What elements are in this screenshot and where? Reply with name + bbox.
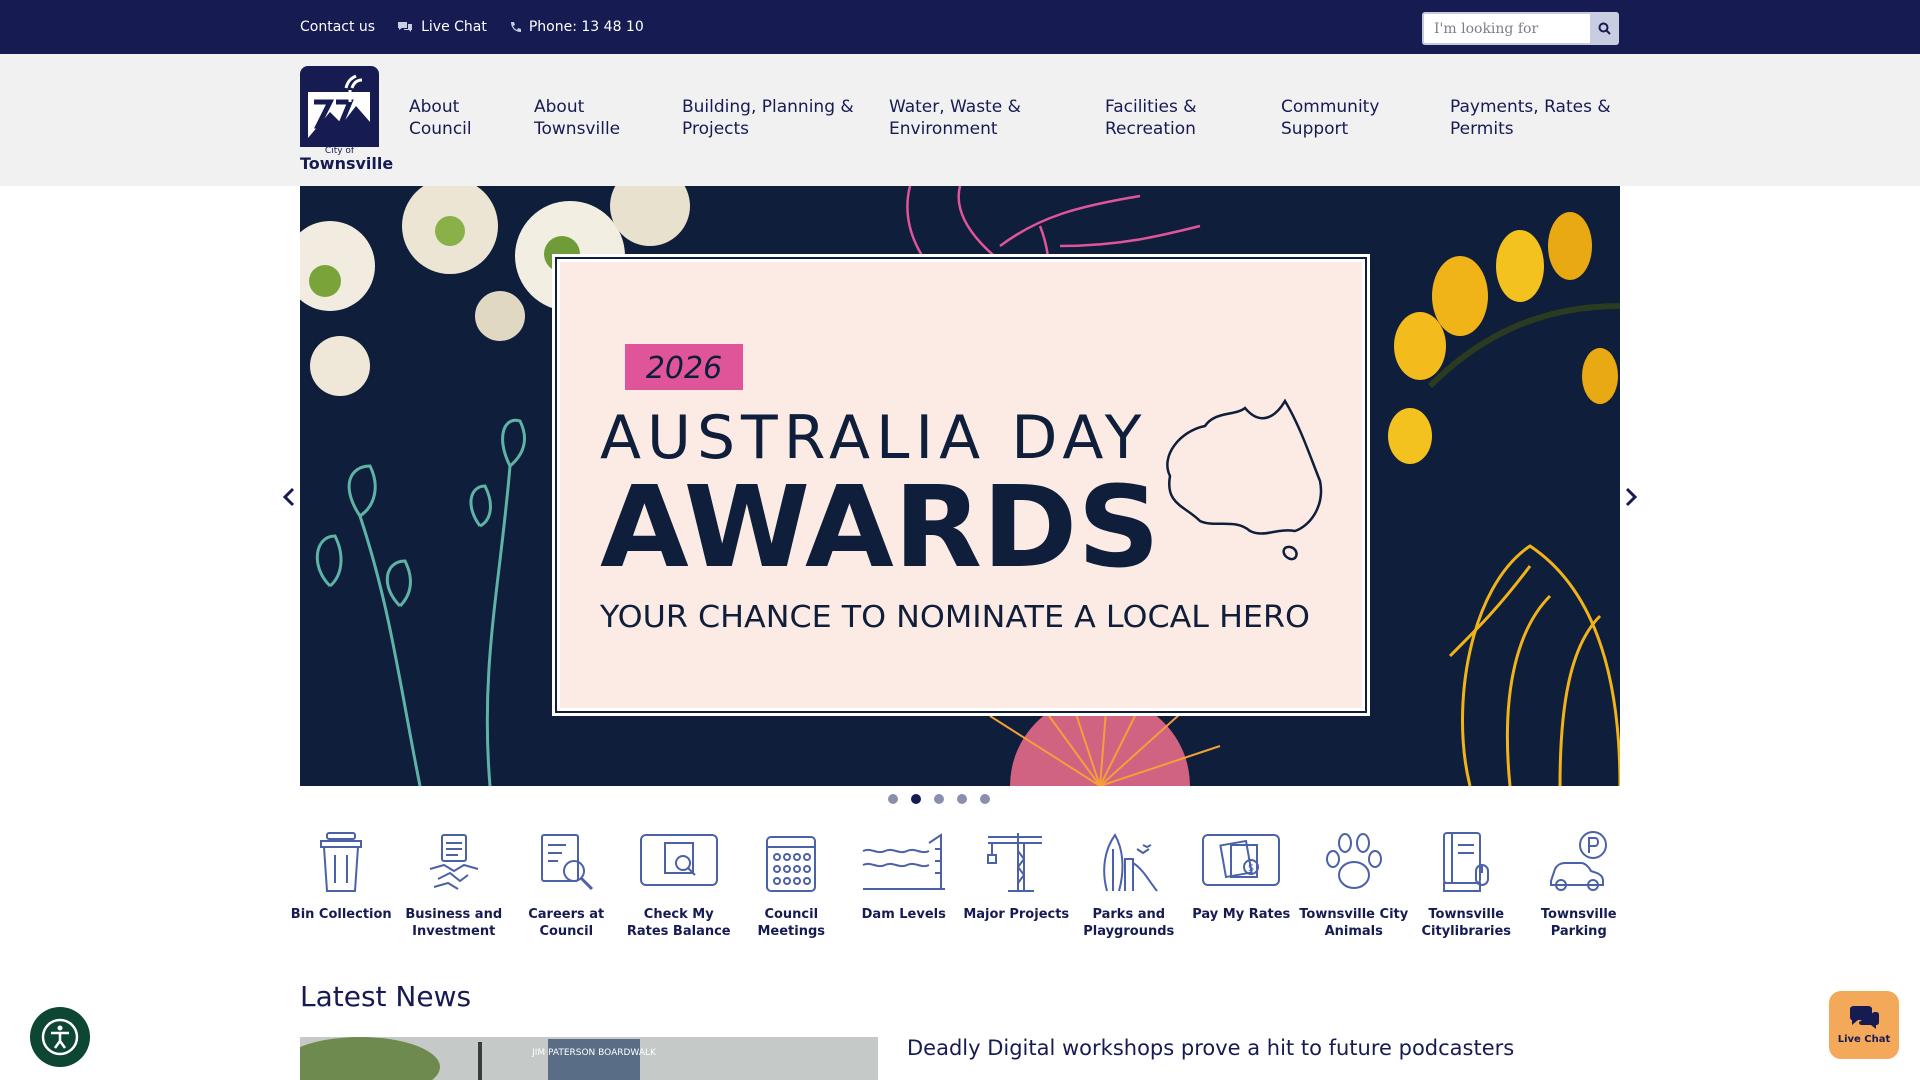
nav-facilities-recreation[interactable]: Facilities & Recreation bbox=[1105, 96, 1197, 140]
quick-link-label: Council Meetings bbox=[757, 907, 826, 939]
quick-link-parking[interactable]: Townsville Parking bbox=[1523, 826, 1636, 940]
protea-outline-decoration bbox=[1448, 544, 1620, 786]
quick-link-label: Parks and Playgrounds bbox=[1083, 907, 1175, 939]
quick-link-citylibraries[interactable]: Townsville Citylibraries bbox=[1410, 826, 1523, 940]
quick-link-label: Townsville Citylibraries bbox=[1421, 907, 1511, 939]
quick-link-label: Check My Rates Balance bbox=[626, 907, 731, 939]
quick-link-label: Major Projects bbox=[963, 907, 1070, 922]
contact-us-link[interactable]: Contact us bbox=[300, 19, 375, 35]
handshake-icon bbox=[429, 834, 479, 890]
quick-link-label: Pay My Rates bbox=[1192, 907, 1291, 922]
news-sign-text: JIM PATERSON BOARDWALK bbox=[531, 1048, 657, 1058]
carousel-next-arrow-icon[interactable] bbox=[1620, 485, 1640, 509]
monitor-rates-icon bbox=[639, 834, 718, 886]
parking-icon bbox=[1549, 831, 1607, 891]
banner-line3: YOUR CHANCE TO NOMINATE A LOCAL HERO bbox=[599, 600, 1310, 635]
quick-link-pay-rates[interactable]: $ Pay My Rates bbox=[1185, 826, 1298, 940]
logo-emblem bbox=[300, 66, 379, 147]
accessibility-icon bbox=[41, 1018, 79, 1056]
quick-link-city-animals[interactable]: Townsville City Animals bbox=[1298, 826, 1411, 940]
news-image[interactable]: JIM PATERSON BOARDWALK bbox=[300, 1037, 878, 1080]
logo-emblem-art bbox=[308, 74, 370, 138]
carousel-dot-4[interactable] bbox=[957, 794, 967, 804]
svg-text:$: $ bbox=[1248, 863, 1254, 874]
quick-link-label: Townsville City Animals bbox=[1299, 907, 1409, 939]
crane-icon bbox=[987, 833, 1043, 892]
live-chat-label: Live Chat bbox=[421, 19, 487, 35]
playground-icon bbox=[1103, 833, 1158, 892]
phone-icon bbox=[510, 21, 521, 32]
top-utility-bar: Contact us Live Chat Phone: 13 48 10 bbox=[0, 0, 1920, 54]
hero-carousel-slide[interactable]: 2026 AUSTRALIA DAY AWARDS YOUR CHANCE TO… bbox=[300, 186, 1620, 786]
nav-payments-rates-permits[interactable]: Payments, Rates & Permits bbox=[1450, 96, 1611, 140]
quick-link-label: Townsville Parking bbox=[1540, 907, 1617, 939]
live-chat-link[interactable]: Live Chat bbox=[397, 19, 487, 35]
chat-bubbles-icon bbox=[1850, 1006, 1879, 1029]
carousel-dot-3[interactable] bbox=[934, 794, 944, 804]
library-icon bbox=[1443, 832, 1490, 892]
search-input[interactable] bbox=[1422, 12, 1590, 45]
teal-plant-decoration bbox=[315, 418, 526, 786]
live-chat-button-label: Live Chat bbox=[1837, 1034, 1891, 1045]
quick-link-parks-playgrounds[interactable]: Parks and Playgrounds bbox=[1073, 826, 1186, 940]
carousel-dot-1[interactable] bbox=[888, 794, 898, 804]
search-icon bbox=[1598, 22, 1611, 35]
contact-us-label: Contact us bbox=[300, 19, 376, 35]
dam-level-icon bbox=[862, 833, 945, 890]
search-button[interactable] bbox=[1590, 12, 1619, 45]
quick-link-check-rates[interactable]: Check My Rates Balance bbox=[623, 826, 736, 940]
phone-link[interactable]: Phone: 13 48 10 bbox=[509, 19, 644, 35]
nav-building-planning-projects[interactable]: Building, Planning & Projects bbox=[682, 96, 854, 140]
bin-icon bbox=[320, 832, 363, 892]
carousel-dots bbox=[888, 794, 990, 804]
latest-news-heading: Latest News bbox=[300, 980, 472, 1013]
quick-link-label: Careers at Council bbox=[528, 907, 605, 939]
utility-links: Contact us Live Chat Phone: 13 48 10 bbox=[300, 0, 644, 54]
news-article-title[interactable]: Deadly Digital workshops prove a hit to … bbox=[907, 1036, 1514, 1060]
carousel-dot-5[interactable] bbox=[980, 794, 990, 804]
quick-link-council-meetings[interactable]: Council Meetings bbox=[735, 826, 848, 940]
pay-rates-icon: $ bbox=[1202, 834, 1281, 886]
calendar-icon bbox=[766, 836, 817, 892]
quick-link-business-investment[interactable]: Business and Investment bbox=[398, 826, 511, 940]
phone-label: Phone: 13 48 10 bbox=[528, 19, 644, 35]
nav-community-support[interactable]: Community Support bbox=[1281, 96, 1379, 140]
live-chat-floating-button[interactable]: Live Chat bbox=[1829, 991, 1899, 1059]
city-of-townsville-logo[interactable]: City of Townsville bbox=[300, 66, 394, 173]
nav-about-council[interactable]: About Council bbox=[409, 96, 472, 140]
logo-name-text: Townsville bbox=[300, 154, 394, 173]
yellow-flowers-decoration bbox=[1388, 212, 1620, 464]
banner-artwork: 2026 AUSTRALIA DAY AWARDS YOUR CHANCE TO… bbox=[300, 186, 1620, 786]
quick-link-careers[interactable]: Careers at Council bbox=[510, 826, 623, 940]
news-photo: JIM PATERSON BOARDWALK bbox=[300, 1037, 878, 1080]
chat-bubbles-icon bbox=[398, 22, 413, 32]
carousel-prev-arrow-icon[interactable] bbox=[280, 485, 300, 509]
carousel-dot-2[interactable] bbox=[911, 794, 921, 804]
nav-about-townsville[interactable]: About Townsville bbox=[534, 96, 620, 140]
banner-line2: AWARDS bbox=[600, 463, 1160, 593]
banner-year: 2026 bbox=[646, 351, 722, 386]
quick-link-major-projects[interactable]: Major Projects bbox=[960, 826, 1073, 940]
quick-link-bin-collection[interactable]: Bin Collection bbox=[285, 826, 398, 940]
nav-water-waste-environment[interactable]: Water, Waste & Environment bbox=[889, 96, 1021, 140]
paw-icon bbox=[1325, 833, 1382, 889]
careers-search-icon bbox=[541, 834, 594, 891]
quick-link-label: Dam Levels bbox=[861, 907, 946, 922]
quick-link-dam-levels[interactable]: Dam Levels bbox=[848, 826, 961, 940]
site-search bbox=[1422, 12, 1619, 45]
quick-links: Bin Collection Business and Investment C… bbox=[285, 826, 1635, 940]
quick-link-label: Bin Collection bbox=[290, 907, 392, 922]
accessibility-button[interactable] bbox=[30, 1007, 90, 1067]
quick-link-label: Business and Investment bbox=[405, 907, 503, 939]
